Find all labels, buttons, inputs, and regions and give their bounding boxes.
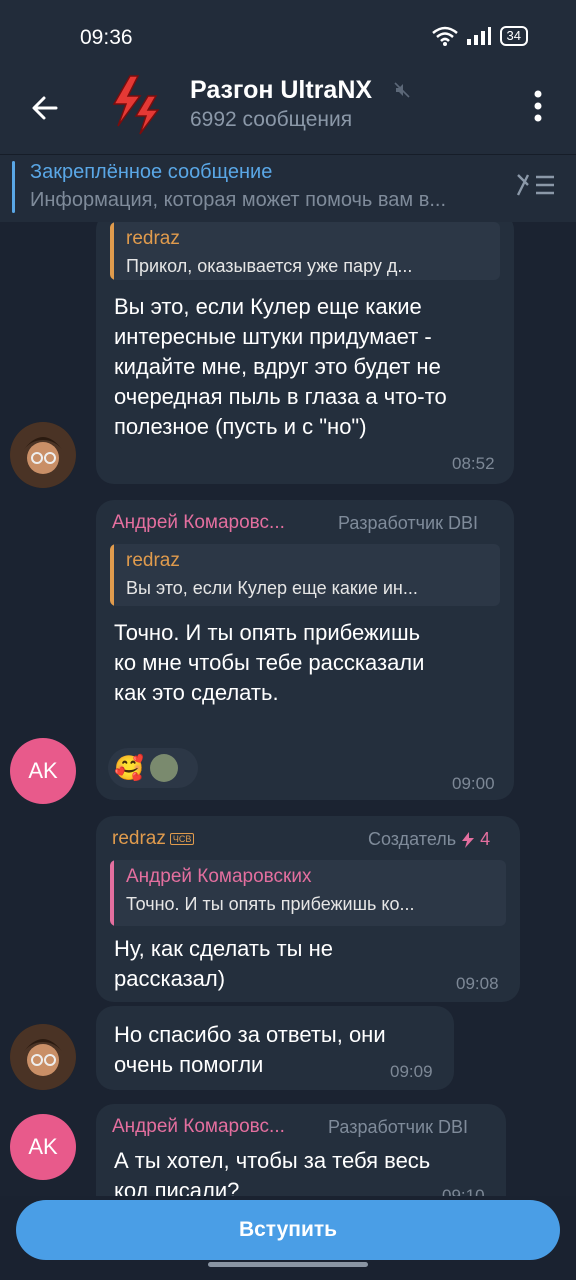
bottom-bar: Вступить xyxy=(0,1196,576,1280)
status-icons: 34 xyxy=(431,26,528,46)
reply-sender: redraz xyxy=(126,550,180,571)
sender-name[interactable]: redraz ЧСВ xyxy=(112,828,195,850)
gesture-handle[interactable] xyxy=(208,1262,368,1267)
channel-avatar[interactable] xyxy=(106,74,166,138)
reply-preview[interactable]: Андрей Комаровских Точно. И ты опять при… xyxy=(110,860,506,926)
reply-preview[interactable]: redraz Вы это, если Кулер еще какие ин..… xyxy=(110,544,500,606)
battery-icon: 34 xyxy=(499,26,528,46)
avatar[interactable] xyxy=(10,422,76,488)
pinned-text: Информация, которая может помочь вам в..… xyxy=(30,189,447,211)
reply-text: Вы это, если Кулер еще какие ин... xyxy=(126,578,418,598)
message-bubble[interactable]: redraz Прикол, оказывается уже пару д...… xyxy=(96,222,514,484)
reply-bar xyxy=(110,544,114,606)
back-arrow-icon[interactable] xyxy=(26,88,66,128)
reactor-avatar xyxy=(149,754,178,782)
message-text: Точно. И ты опять прибежишь ко мне чтобы… xyxy=(114,620,425,705)
user-badge: ЧСВ xyxy=(169,832,195,845)
reply-text: Прикол, оказывается уже пару д... xyxy=(126,256,413,276)
sender-role: Разработчик DBI xyxy=(338,513,478,533)
message-text: Вы это, если Кулер еще какие интересные … xyxy=(114,294,447,439)
boost-count: 4 xyxy=(480,829,491,849)
sender-role: Разработчик DBI xyxy=(328,1117,468,1137)
reaction-chip[interactable]: 🥰 xyxy=(108,748,198,788)
avatar[interactable]: AK xyxy=(10,738,76,804)
pinned-indicator xyxy=(12,161,15,213)
message-text: Ну, как сделать ты не рассказал) xyxy=(114,936,333,991)
message-text: А ты хотел, чтобы за тебя весь код писал… xyxy=(114,1148,431,1196)
reply-bar xyxy=(110,222,114,280)
reply-text: Точно. И ты опять прибежишь ко... xyxy=(126,894,415,914)
clock: 09:36 xyxy=(80,26,133,49)
chat-header: Разгон UltraNX 6992 сообщения xyxy=(0,74,576,154)
join-button[interactable]: Вступить xyxy=(16,1200,560,1260)
wifi-icon xyxy=(431,26,458,46)
reply-sender: redraz xyxy=(126,228,180,249)
avatar[interactable]: AK xyxy=(10,1114,76,1180)
message-time: 09:09 xyxy=(390,1062,433,1081)
message-time: 09:08 xyxy=(456,974,499,993)
message-bubble[interactable]: redraz ЧСВ Создатель 4 Андрей Комаровских… xyxy=(96,816,520,1002)
sender-name[interactable]: Андрей Комаровс... xyxy=(112,512,285,534)
reply-bar xyxy=(110,860,114,926)
status-bar: 09:36 34 xyxy=(0,0,576,74)
reply-sender: Андрей Комаровских xyxy=(126,866,312,887)
message-bubble[interactable]: Андрей Комаровс... Разработчик DBI А ты … xyxy=(96,1104,506,1196)
reply-preview[interactable]: redraz Прикол, оказывается уже пару д... xyxy=(110,222,500,280)
pinned-list-icon[interactable] xyxy=(514,171,558,199)
muted-icon xyxy=(394,82,410,98)
message-time: 08:52 xyxy=(452,454,495,473)
message-bubble[interactable]: Андрей Комаровс... Разработчик DBI redra… xyxy=(96,500,514,800)
message-time: 09:00 xyxy=(452,774,495,793)
sender-role: Создатель 4 xyxy=(368,829,490,850)
message-bubble[interactable]: Но спасибо за ответы, они очень помогли … xyxy=(96,1006,454,1090)
reaction-emoji: 🥰 xyxy=(114,754,144,782)
sender-name-text: redraz xyxy=(112,828,166,849)
pinned-label: Закреплённое сообщение xyxy=(30,161,273,183)
sender-name[interactable]: Андрей Комаровс... xyxy=(112,1116,285,1138)
message-time: 09:10 xyxy=(442,1186,485,1196)
user-avatar-image xyxy=(10,422,76,488)
avatar[interactable] xyxy=(10,1024,76,1090)
boost-icon xyxy=(462,832,475,849)
message-count: 6992 сообщения xyxy=(190,108,353,131)
more-menu-icon[interactable] xyxy=(526,86,550,126)
chat-title[interactable]: Разгон UltraNX xyxy=(190,76,372,105)
user-avatar-image xyxy=(10,1024,76,1090)
pinned-message-bar[interactable]: Закреплённое сообщение Информация, котор… xyxy=(0,154,576,222)
message-list[interactable]: redraz Прикол, оказывается уже пару д...… xyxy=(0,222,576,1196)
signal-icon xyxy=(466,27,491,45)
sender-role-text: Создатель xyxy=(368,829,457,849)
